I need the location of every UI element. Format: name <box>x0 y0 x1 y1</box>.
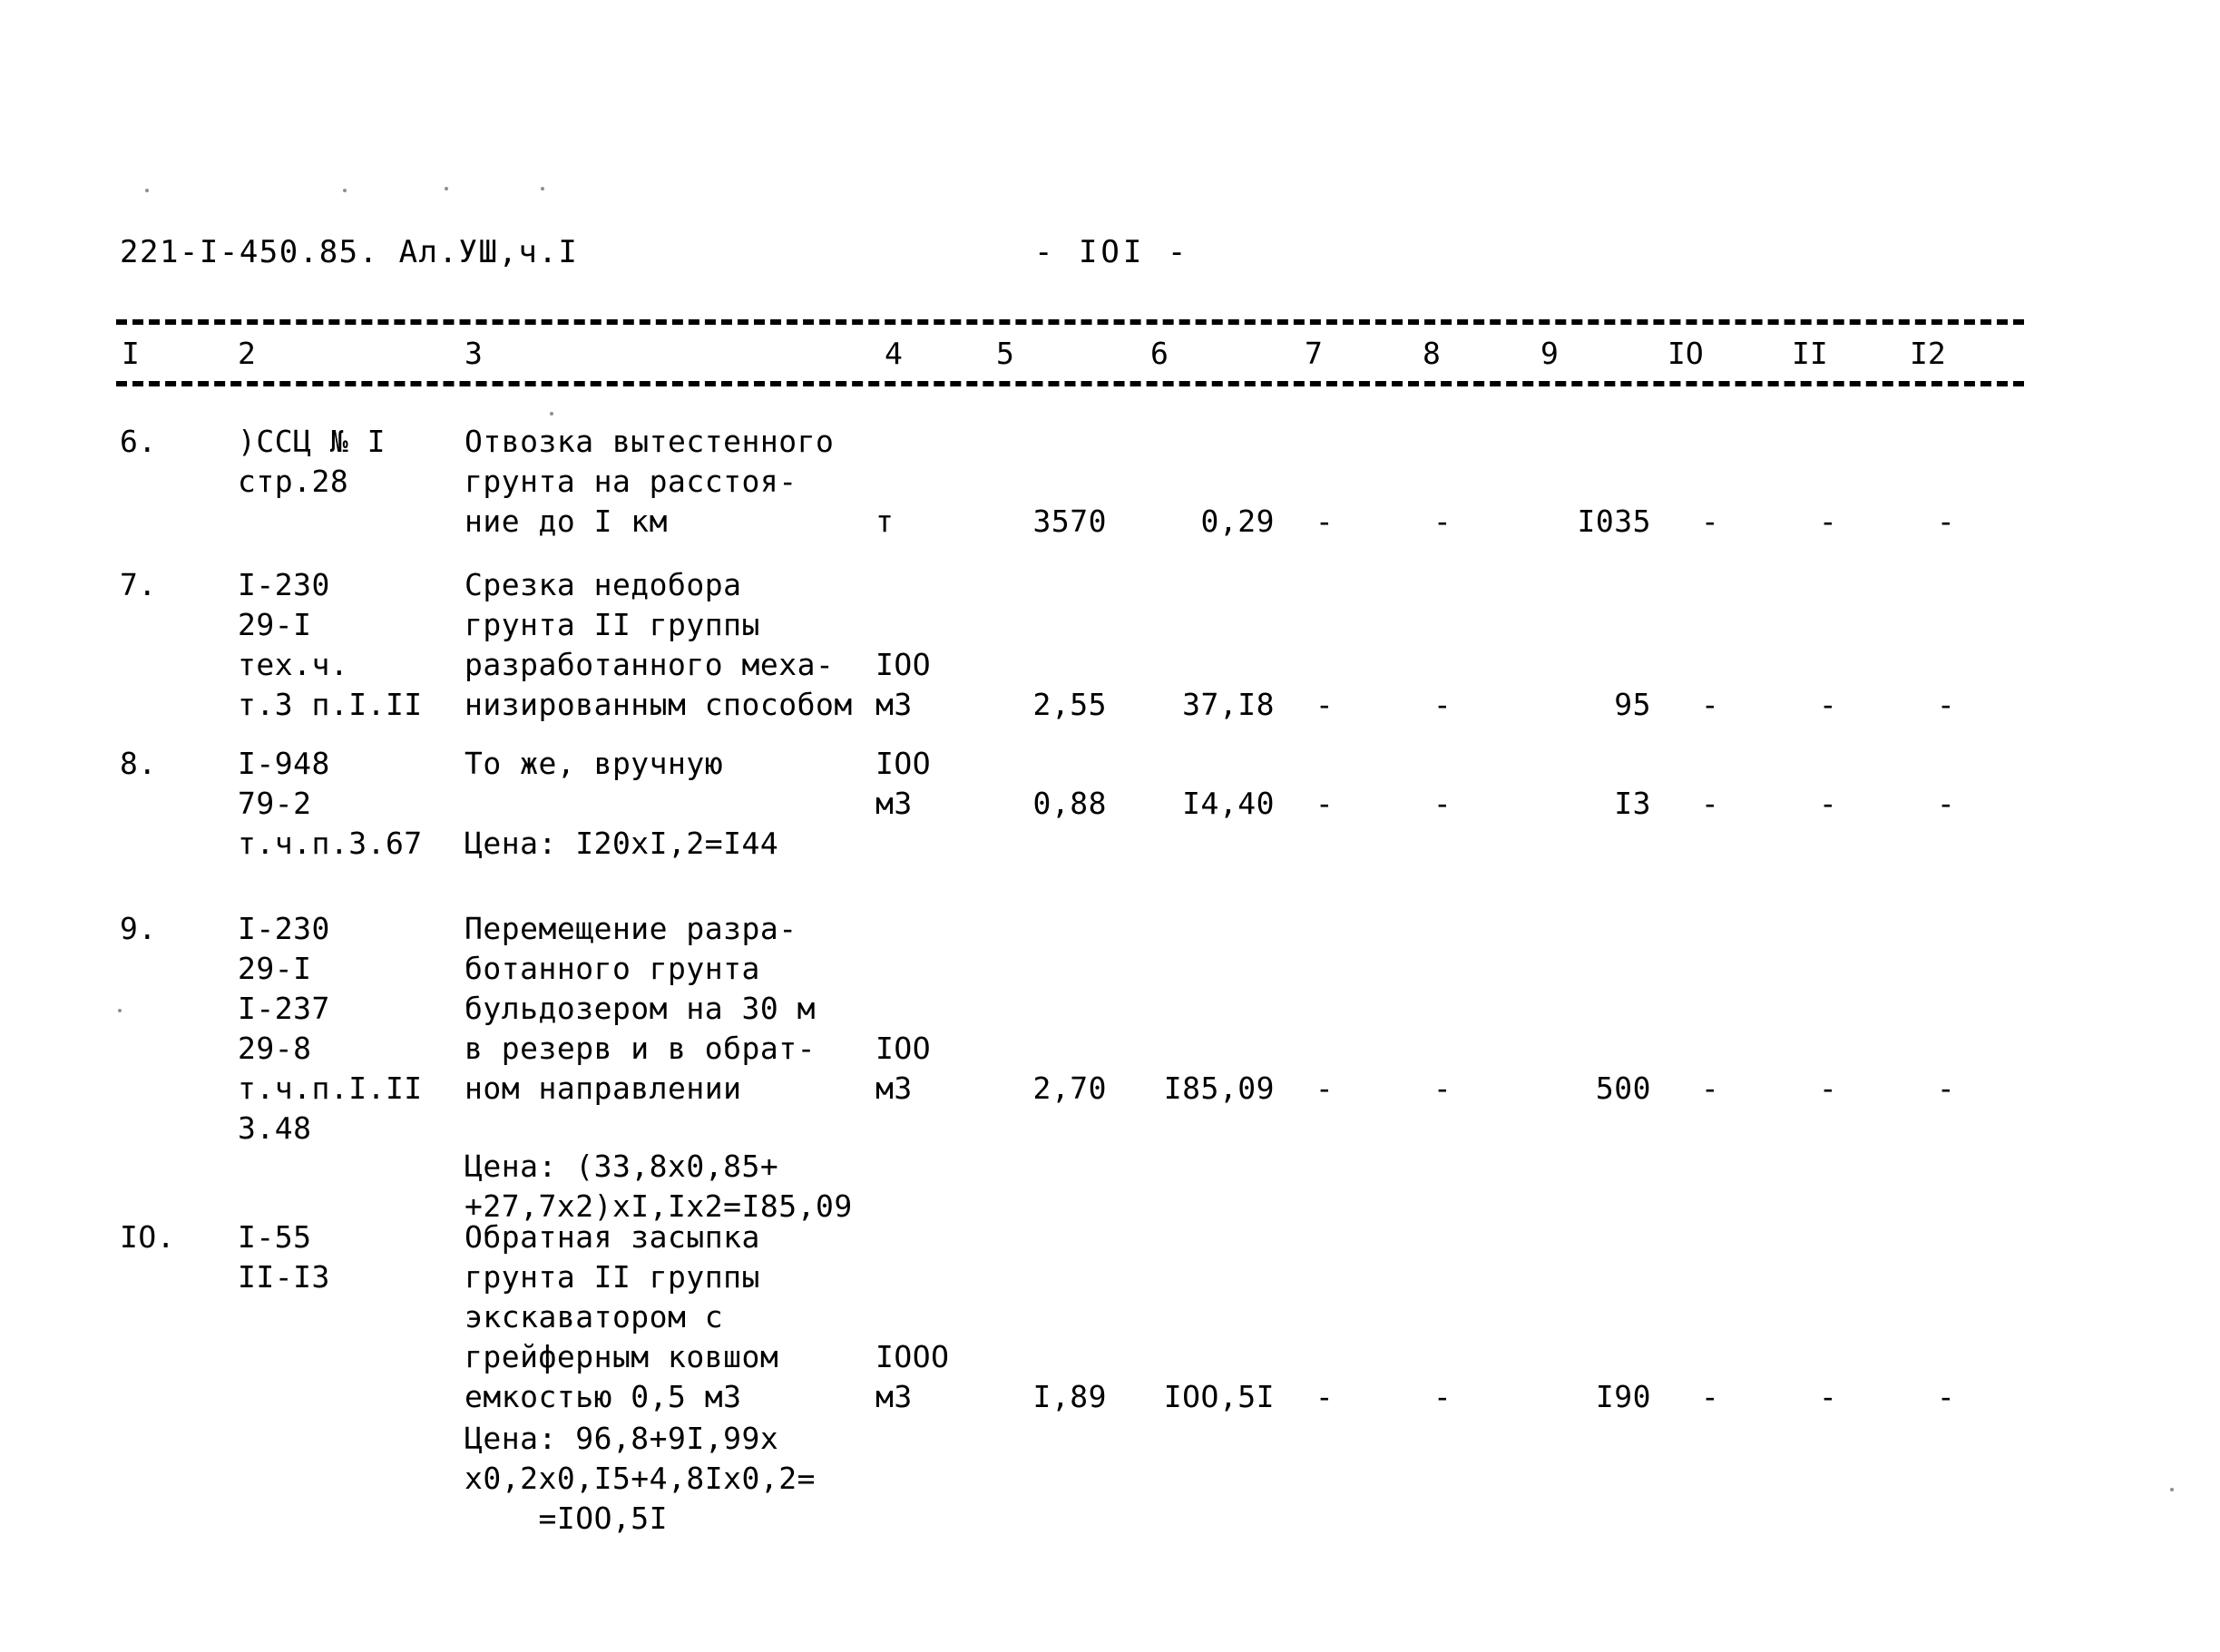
row-number: 9. <box>120 911 157 946</box>
row-number: 8. <box>120 746 157 781</box>
row-price-note: Цена: I20xI,2=I44 <box>465 826 779 861</box>
scan-speck <box>145 189 149 192</box>
row-col10: - <box>1700 786 1720 821</box>
row-col9: I90 <box>1595 1379 1651 1414</box>
row-col11: - <box>1818 786 1838 821</box>
row-col6: 0,29 <box>1200 503 1275 539</box>
row-col5: 2,55 <box>1032 687 1107 722</box>
row-unit: IOO м3 <box>875 647 932 722</box>
row-col10: - <box>1700 687 1720 722</box>
column-header-3: 3 <box>465 336 483 371</box>
row-col7: - <box>1315 503 1335 539</box>
row-unit: IOO м3 <box>875 1031 932 1106</box>
row-col5: 2,70 <box>1032 1070 1107 1106</box>
row-unit: т <box>875 503 895 539</box>
row-code: I-230 29-I I-237 29-8 т.ч.п.I.II 3.48 <box>238 911 423 1146</box>
row-col12: - <box>1936 1379 1956 1414</box>
row-unit: IOOO м3 <box>875 1339 950 1414</box>
row-col6: I85,09 <box>1163 1070 1275 1106</box>
row-col10: - <box>1700 1070 1720 1106</box>
scan-speck <box>541 187 544 191</box>
column-header-2: 2 <box>238 336 256 371</box>
row-col6: 37,I8 <box>1182 687 1275 722</box>
column-header-10: IO <box>1667 336 1704 371</box>
row-price-note: Цена: 96,8+9I,99x x0,2x0,I5+4,8Ix0,2= =I… <box>465 1421 816 1536</box>
row-code: I-230 29-I тех.ч. т.3 п.I.II <box>238 567 423 722</box>
column-header-8: 8 <box>1423 336 1441 371</box>
row-col5: I,89 <box>1032 1379 1107 1414</box>
row-col9: I3 <box>1614 786 1651 821</box>
row-col12: - <box>1936 786 1956 821</box>
column-header-12: I2 <box>1910 336 1946 371</box>
row-description: Обратная засыпка грунта II группы экскав… <box>465 1219 779 1414</box>
row-price-note: Цена: (33,8x0,85+ +27,7x2)xI,Ix2=I85,09 <box>465 1149 853 1224</box>
row-col12: - <box>1936 1070 1956 1106</box>
row-code: I-948 79-2 т.ч.п.3.67 <box>238 746 423 861</box>
scan-speck <box>445 187 448 191</box>
row-col6: IOO,5I <box>1163 1379 1275 1414</box>
row-col10: - <box>1700 1379 1720 1414</box>
row-col9: 95 <box>1614 687 1651 722</box>
row-col8: - <box>1433 1070 1452 1106</box>
column-header-1: I <box>122 336 140 371</box>
row-number: 7. <box>120 567 157 602</box>
row-col11: - <box>1818 1379 1838 1414</box>
row-number: 6. <box>120 424 157 459</box>
document-header-code: 221-I-450.85. Ал.УШ,ч.I <box>120 234 579 270</box>
column-header-4: 4 <box>885 336 903 371</box>
row-col7: - <box>1315 1070 1335 1106</box>
row-description: Срезка недобора грунта II группы разрабо… <box>465 567 853 722</box>
row-col8: - <box>1433 687 1452 722</box>
row-col11: - <box>1818 687 1838 722</box>
row-col8: - <box>1433 786 1452 821</box>
column-header-6: 6 <box>1150 336 1169 371</box>
row-col7: - <box>1315 687 1335 722</box>
row-number: IO. <box>120 1219 176 1255</box>
page-number: - IOI - <box>1034 234 1190 270</box>
scan-speck <box>2170 1488 2174 1491</box>
scan-speck <box>118 1009 122 1012</box>
row-unit: IOO м3 <box>875 746 932 821</box>
row-col9: I035 <box>1577 503 1651 539</box>
row-col6: I4,40 <box>1182 786 1275 821</box>
row-description: Перемещение разра- ботанного грунта буль… <box>465 911 816 1106</box>
row-code: )ССЦ № I стр.28 <box>238 424 386 499</box>
row-col12: - <box>1936 503 1956 539</box>
row-col7: - <box>1315 786 1335 821</box>
scan-speck <box>550 412 553 415</box>
scanned-page: 221-I-450.85. Ал.УШ,ч.I - IOI - I 2 3 4 … <box>0 0 2220 1652</box>
table-rule-bottom <box>116 381 2024 386</box>
column-header-9: 9 <box>1540 336 1559 371</box>
row-description: То же, вручную <box>465 746 724 781</box>
row-col12: - <box>1936 687 1956 722</box>
table-rule-top <box>116 319 2024 325</box>
row-col8: - <box>1433 503 1452 539</box>
row-col7: - <box>1315 1379 1335 1414</box>
row-col5: 0,88 <box>1032 786 1107 821</box>
row-col8: - <box>1433 1379 1452 1414</box>
row-col11: - <box>1818 1070 1838 1106</box>
row-col11: - <box>1818 503 1838 539</box>
column-header-5: 5 <box>996 336 1014 371</box>
row-col9: 500 <box>1595 1070 1651 1106</box>
row-col5: 3570 <box>1032 503 1107 539</box>
row-description: Отвозка вытестенного грунта на расстоя- … <box>465 424 835 539</box>
column-header-7: 7 <box>1305 336 1323 371</box>
scan-speck <box>343 189 347 192</box>
row-code: I-55 II-I3 <box>238 1219 330 1295</box>
row-col10: - <box>1700 503 1720 539</box>
column-header-11: II <box>1792 336 1828 371</box>
